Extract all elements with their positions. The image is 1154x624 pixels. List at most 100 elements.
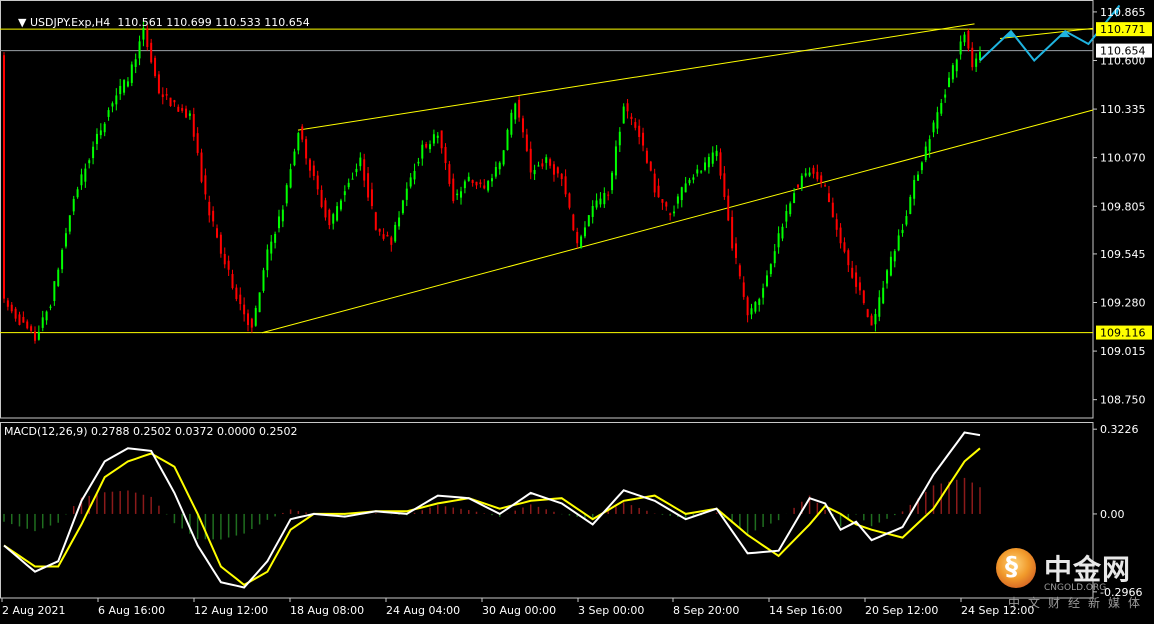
- time-tick-label: 3 Sep 00:00: [578, 604, 644, 617]
- candle-body: [905, 216, 908, 225]
- candle-body: [529, 148, 532, 173]
- price-tick-label: 110.865: [1100, 6, 1146, 19]
- candle-body: [785, 211, 788, 222]
- price-tick-label: 109.015: [1100, 345, 1146, 358]
- candle-body: [281, 209, 284, 222]
- candle-body: [432, 134, 435, 144]
- candle-body: [409, 177, 412, 187]
- candle-body: [618, 131, 621, 146]
- candle-body: [130, 64, 133, 83]
- candle-body: [165, 94, 168, 96]
- candle-body: [843, 242, 846, 252]
- candle-body: [305, 139, 308, 159]
- candle-body: [266, 249, 269, 271]
- candle-body: [614, 146, 617, 176]
- candle-body: [723, 173, 726, 197]
- candle-body: [862, 290, 865, 304]
- candle-body: [99, 130, 102, 136]
- candle-body: [347, 182, 350, 188]
- candle-body: [413, 170, 416, 180]
- candle-body: [521, 118, 524, 133]
- candle-body: [851, 267, 854, 278]
- ohlc-values: 110.561 110.699 110.533 110.654: [117, 16, 310, 29]
- candle-body: [84, 168, 87, 182]
- candle-body: [262, 270, 265, 291]
- candle-body: [719, 152, 722, 176]
- candle-body: [831, 202, 834, 218]
- candle-body: [827, 193, 830, 203]
- candle-body: [219, 234, 222, 254]
- candle-body: [731, 216, 734, 249]
- price-tick-label: 108.750: [1100, 394, 1146, 407]
- candle-body: [320, 189, 323, 208]
- candle-body: [630, 116, 633, 120]
- candle-body: [653, 173, 656, 193]
- price-tick-label: 110.070: [1100, 152, 1146, 165]
- candle-body: [847, 250, 850, 266]
- watermark-logo-icon: §: [996, 548, 1036, 588]
- candle-body: [270, 241, 273, 254]
- candle-body: [506, 129, 509, 150]
- candle-body: [208, 201, 211, 216]
- price-tick-label: 109.280: [1100, 297, 1146, 310]
- candle-body: [154, 57, 157, 77]
- candle-body: [878, 297, 881, 317]
- candle-body: [92, 146, 95, 159]
- candle-body: [595, 200, 598, 208]
- candle-body: [870, 315, 873, 326]
- candle-body: [363, 159, 366, 181]
- candle-body: [491, 178, 493, 182]
- candle-body: [6, 300, 9, 307]
- candle-body: [254, 307, 257, 326]
- candle-body: [676, 196, 679, 204]
- candle-body: [498, 162, 501, 170]
- candle-body: [421, 144, 424, 159]
- time-tick-label: 12 Aug 12:00: [194, 604, 268, 617]
- candle-body: [134, 59, 137, 67]
- candle-body: [343, 191, 346, 196]
- candle-body: [386, 234, 389, 237]
- price-chart-svg[interactable]: 110.865110.600110.335110.070109.805109.5…: [0, 0, 1154, 620]
- candle-body: [312, 165, 315, 177]
- candle-body: [591, 206, 594, 217]
- candle-body: [324, 200, 327, 218]
- price-tick-label: 110.335: [1100, 103, 1146, 116]
- candle-body: [824, 185, 827, 187]
- dropdown-icon[interactable]: ▼: [18, 16, 30, 29]
- candle-body: [301, 126, 304, 140]
- candle-body: [258, 292, 261, 313]
- candle-body: [932, 122, 935, 133]
- candle-body: [436, 135, 439, 138]
- candle-body: [367, 173, 370, 198]
- symbol-timeframe: USDJPY.Exp,H4: [29, 16, 111, 29]
- candle-body: [727, 195, 730, 221]
- candle-body: [68, 215, 71, 232]
- symbol-header[interactable]: ▼ USDJPY.Exp,H4 110.561 110.699 110.533 …: [4, 3, 310, 42]
- candle-body: [3, 55, 5, 299]
- candle-body: [111, 103, 114, 107]
- candle-body: [405, 188, 408, 200]
- candle-body: [975, 58, 978, 67]
- candle-body: [645, 150, 648, 163]
- trendlines: [261, 23, 1094, 334]
- time-tick-label: 8 Sep 20:00: [673, 604, 739, 617]
- macd-histogram: [3, 477, 981, 540]
- candle-body: [444, 146, 447, 164]
- candle-body: [332, 214, 335, 224]
- candle-body: [758, 299, 761, 305]
- candle-body: [398, 217, 401, 227]
- price-tick-label: 109.545: [1100, 248, 1146, 261]
- candle-body: [188, 113, 191, 116]
- candle-body: [41, 317, 44, 328]
- candle-body: [316, 175, 319, 190]
- candle-body: [126, 81, 129, 87]
- candle-body: [514, 103, 517, 120]
- candle-body: [483, 185, 486, 189]
- candle-body: [897, 235, 900, 251]
- candle-body: [308, 159, 311, 171]
- candle-body: [560, 173, 563, 180]
- candle-body: [967, 30, 970, 49]
- candle-body: [820, 175, 823, 183]
- time-tick-label: 14 Sep 16:00: [769, 604, 842, 617]
- candle-body: [622, 106, 625, 124]
